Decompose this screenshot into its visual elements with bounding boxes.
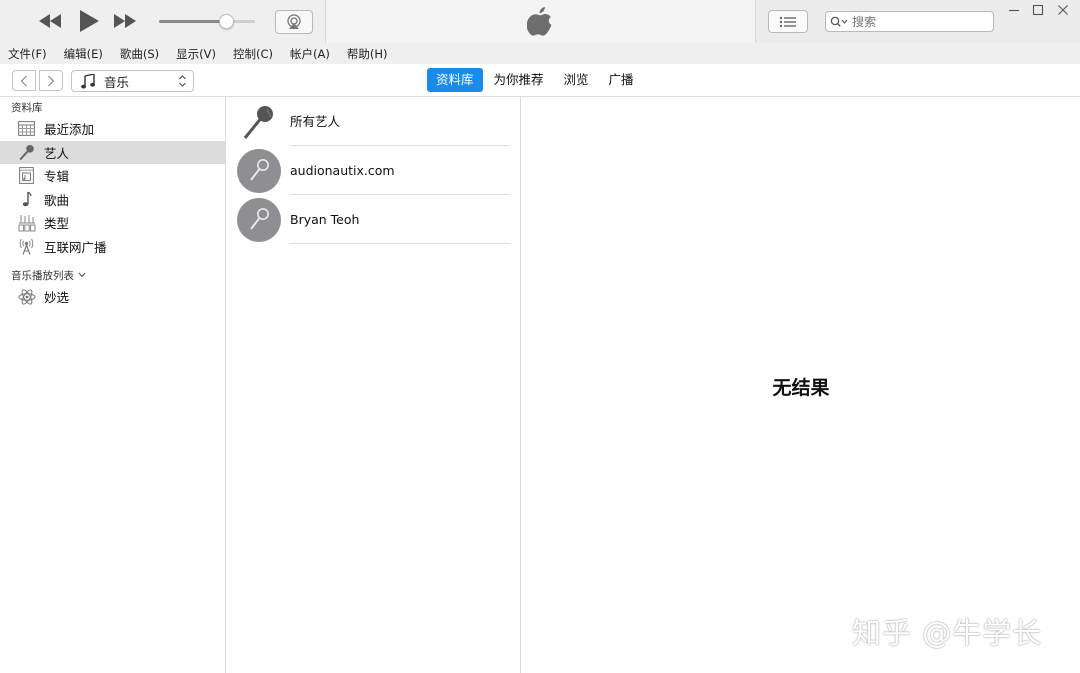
close-icon xyxy=(1058,5,1068,15)
menu-help[interactable]: 帮助(H) xyxy=(345,46,390,62)
sidebar-item-genius[interactable]: 妙选 xyxy=(0,285,225,309)
search-input[interactable] xyxy=(852,14,972,29)
sidebar-item-internet-radio[interactable]: 互联网广播 xyxy=(0,235,225,259)
volume-knob[interactable] xyxy=(219,14,235,29)
player-toolbar xyxy=(0,0,1080,43)
sidebar-section-playlists[interactable]: 音乐播放列表 xyxy=(0,267,225,285)
chevron-left-icon xyxy=(20,75,27,86)
sidebar-item-label: 歌曲 xyxy=(44,192,70,208)
menu-song[interactable]: 歌曲(S) xyxy=(118,46,161,62)
sidebar-item-albums[interactable]: 专辑 xyxy=(0,164,225,188)
tab-for-you[interactable]: 为你推荐 xyxy=(485,68,553,92)
list-icon xyxy=(779,16,796,27)
forward-button[interactable] xyxy=(39,70,63,91)
maximize-icon xyxy=(1032,4,1044,16)
watermark-text: 知乎 @牛学长 xyxy=(852,616,1043,650)
artist-row[interactable]: audionautix.com xyxy=(227,146,520,195)
media-kind-select[interactable]: 音乐 xyxy=(71,70,194,92)
chevron-right-icon xyxy=(48,75,55,86)
menu-bar: 文件(F) 编辑(E) 歌曲(S) 显示(V) 控制(C) 帐户(A) 帮助(H… xyxy=(0,43,1080,64)
apple-logo-icon xyxy=(522,5,558,39)
play-button[interactable] xyxy=(76,8,102,34)
media-kind-label: 音乐 xyxy=(104,74,130,90)
back-button[interactable] xyxy=(12,70,36,91)
menu-controls[interactable]: 控制(C) xyxy=(231,46,275,62)
artist-row-all[interactable]: 所有艺人 xyxy=(227,97,520,146)
album-icon xyxy=(17,166,36,185)
sidebar: 资料库 最近添加 艺人 专辑 歌曲 类型 互联网广播 音乐播放列表 妙选 xyxy=(0,97,226,673)
maximize-button[interactable] xyxy=(1027,2,1049,18)
music-note-icon xyxy=(17,190,36,209)
fast-forward-icon xyxy=(114,14,136,28)
sidebar-item-label: 妙选 xyxy=(44,290,70,306)
genre-icon xyxy=(17,213,36,232)
sidebar-item-songs[interactable]: 歌曲 xyxy=(0,188,225,212)
minimize-icon xyxy=(1009,9,1019,12)
menu-account[interactable]: 帐户(A) xyxy=(288,46,332,62)
sidebar-item-label: 类型 xyxy=(44,216,70,232)
navigation-bar: 音乐 资料库 为你推荐 浏览 广播 xyxy=(0,64,1080,97)
rewind-icon xyxy=(39,14,61,28)
genius-atom-icon xyxy=(17,287,36,306)
artist-row[interactable]: Bryan Teoh xyxy=(227,195,520,244)
toolbar-right xyxy=(756,0,1080,43)
search-field[interactable] xyxy=(825,11,994,32)
volume-slider[interactable] xyxy=(159,20,255,23)
artist-avatar-microphone-icon xyxy=(237,149,281,193)
airplay-icon xyxy=(287,14,301,29)
chevron-down-icon xyxy=(78,272,86,278)
airplay-button[interactable] xyxy=(275,10,313,34)
search-icon xyxy=(830,16,848,27)
artist-name: Bryan Teoh xyxy=(290,212,360,227)
sidebar-item-recently-added[interactable]: 最近添加 xyxy=(0,117,225,141)
sidebar-item-label: 最近添加 xyxy=(44,122,95,138)
microphone-icon xyxy=(17,143,36,162)
playback-controls-area xyxy=(0,0,326,43)
artist-list: 所有艺人 audionautix.com Bryan Teoh xyxy=(227,97,521,673)
sidebar-item-label: 互联网广播 xyxy=(44,239,107,255)
music-note-icon xyxy=(81,73,95,88)
menu-file[interactable]: 文件(F) xyxy=(6,46,49,62)
status-display xyxy=(326,0,756,43)
sidebar-item-artists[interactable]: 艺人 xyxy=(0,140,225,164)
updown-chevron-icon xyxy=(179,75,186,87)
tab-radio[interactable]: 广播 xyxy=(600,68,643,92)
volume-level xyxy=(159,20,227,23)
no-results-message: 无结果 xyxy=(772,377,830,399)
library-tabs: 资料库 为你推荐 浏览 广播 xyxy=(427,68,645,92)
sidebar-section-library: 资料库 xyxy=(11,102,43,114)
sidebar-item-label: 艺人 xyxy=(44,145,70,161)
fast-forward-button[interactable] xyxy=(112,12,138,30)
artist-name: 所有艺人 xyxy=(290,114,341,129)
artist-avatar-microphone-icon xyxy=(237,198,281,242)
row-divider xyxy=(290,243,510,244)
sidebar-item-genres[interactable]: 类型 xyxy=(0,211,225,235)
up-next-button[interactable] xyxy=(768,10,808,33)
minimize-button[interactable] xyxy=(1003,2,1025,18)
detail-pane: 无结果 知乎 @牛学长 xyxy=(522,97,1080,673)
artist-name: audionautix.com xyxy=(290,163,395,178)
radio-antenna-icon xyxy=(17,237,36,256)
rewind-button[interactable] xyxy=(37,12,63,30)
playlists-title: 音乐播放列表 xyxy=(11,270,74,282)
tab-library[interactable]: 资料库 xyxy=(427,68,483,92)
calendar-grid-icon xyxy=(17,119,36,138)
menu-view[interactable]: 显示(V) xyxy=(174,46,218,62)
microphone-icon xyxy=(237,100,281,144)
sidebar-item-label: 专辑 xyxy=(44,169,70,185)
tab-browse[interactable]: 浏览 xyxy=(555,68,598,92)
play-icon xyxy=(80,10,99,32)
close-button[interactable] xyxy=(1052,2,1074,18)
menu-edit[interactable]: 编辑(E) xyxy=(62,46,105,62)
